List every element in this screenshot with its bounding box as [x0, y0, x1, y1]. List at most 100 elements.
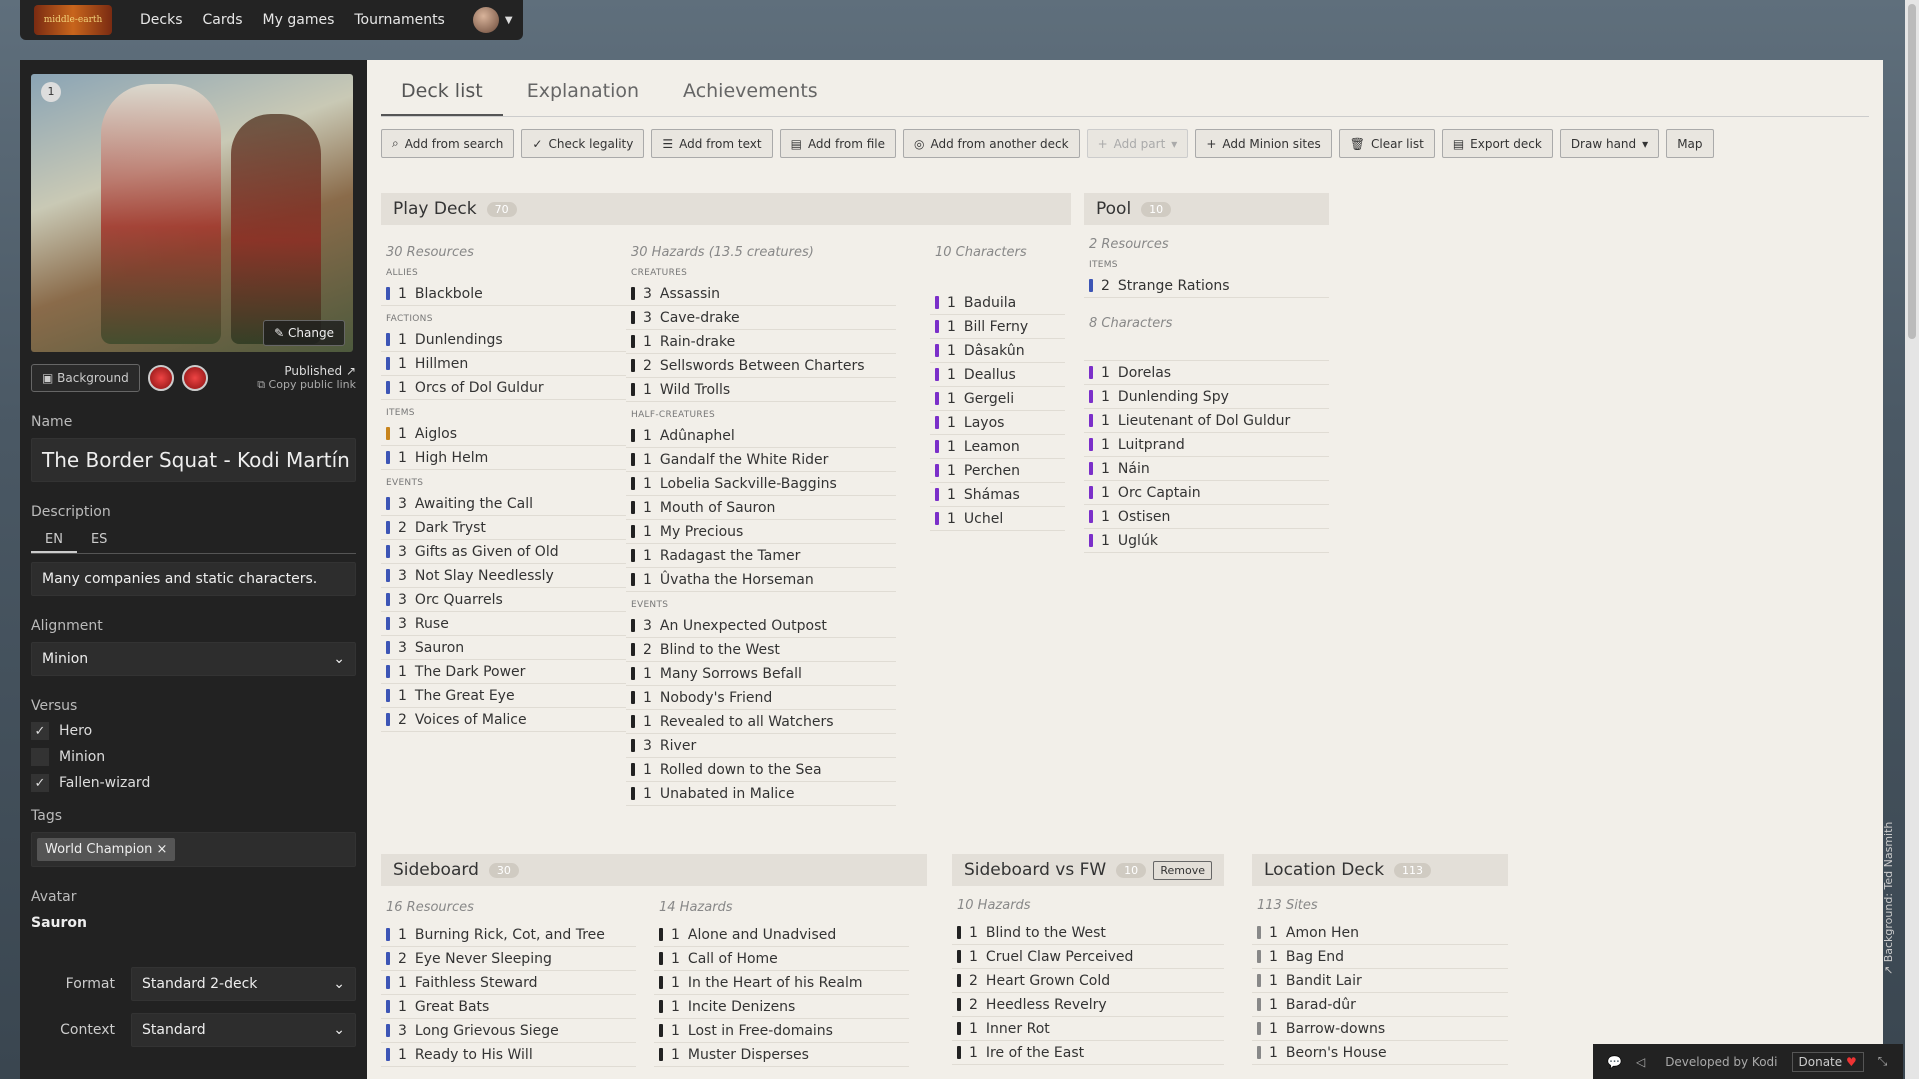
card-row[interactable]: 1 Gandalf the White Rider — [626, 448, 896, 472]
card-name[interactable]: Aiglos — [415, 426, 457, 442]
nav-my-games[interactable]: My games — [263, 12, 335, 28]
external-link-icon[interactable]: ↗ — [1882, 962, 1895, 975]
card-name[interactable]: Adûnaphel — [660, 428, 735, 444]
toolbar-button[interactable]: + Add part ▾ — [1086, 129, 1189, 158]
card-row[interactable]: 1 Ire of the East — [952, 1041, 1224, 1065]
card-name[interactable]: My Precious — [660, 524, 743, 540]
card-name[interactable]: Lobelia Sackville-Baggins — [660, 476, 837, 492]
card-name[interactable]: Voices of Malice — [415, 712, 527, 728]
card-name[interactable]: Uglúk — [1118, 533, 1158, 549]
card-row[interactable]: 1 Adûnaphel — [626, 424, 896, 448]
card-row[interactable]: 1 Uglúk — [1084, 529, 1329, 553]
card-name[interactable]: Deallus — [964, 367, 1016, 383]
card-row[interactable]: 1 Dorelas — [1084, 361, 1329, 385]
card-name[interactable]: Sellswords Between Charters — [660, 358, 865, 374]
card-name[interactable]: Lost in Free-domains — [688, 1023, 833, 1039]
card-name[interactable]: Orcs of Dol Guldur — [415, 380, 544, 396]
card-row[interactable]: 3 An Unexpected Outpost — [626, 614, 896, 638]
card-row[interactable]: 1 Layos — [930, 411, 1065, 435]
copy-public-link[interactable]: ⧉ Copy public link — [257, 378, 356, 392]
context-select[interactable]: Standard ⌄ — [131, 1013, 356, 1047]
card-row[interactable]: 1 Bandit Lair — [1252, 969, 1508, 993]
lang-tab-en[interactable]: EN — [31, 528, 77, 553]
card-row[interactable]: 1 Lobelia Sackville-Baggins — [626, 472, 896, 496]
card-name[interactable]: Rolled down to the Sea — [660, 762, 822, 778]
card-row[interactable]: 1 Aiglos — [381, 422, 626, 446]
card-name[interactable]: Baduila — [964, 295, 1016, 311]
card-row[interactable]: 1 Bill Ferny — [930, 315, 1065, 339]
card-name[interactable]: Awaiting the Call — [415, 496, 533, 512]
card-name[interactable]: Ruse — [415, 616, 449, 632]
card-row[interactable]: 1 Leamon — [930, 435, 1065, 459]
card-row[interactable]: 1 Wild Trolls — [626, 378, 896, 402]
card-name[interactable]: Bill Ferny — [964, 319, 1028, 335]
avatar-chip-icon[interactable] — [147, 365, 174, 391]
card-row[interactable]: 3 Assassin — [626, 282, 896, 306]
card-row[interactable]: 1 Lost in Free-domains — [654, 1019, 909, 1043]
card-row[interactable]: 1 Gergeli — [930, 387, 1065, 411]
card-row[interactable]: 3 River — [626, 734, 896, 758]
card-row[interactable]: 1 Many Sorrows Befall — [626, 662, 896, 686]
card-name[interactable]: Beorn's House — [1286, 1045, 1387, 1061]
card-name[interactable]: Assassin — [660, 286, 720, 302]
card-name[interactable]: In the Heart of his Realm — [688, 975, 863, 991]
card-name[interactable]: Faithless Steward — [415, 975, 538, 991]
card-name[interactable]: Heart Grown Cold — [986, 973, 1110, 989]
card-name[interactable]: Uchel — [964, 511, 1003, 527]
tab-achievements[interactable]: Achievements — [663, 68, 838, 116]
toolbar-button[interactable]: ▤ Add from file — [779, 129, 896, 158]
card-name[interactable]: Alone and Unadvised — [688, 927, 836, 943]
card-name[interactable]: Inner Rot — [986, 1021, 1050, 1037]
chevron-down-icon[interactable]: ▼ — [505, 15, 513, 26]
card-row[interactable]: 1 Amon Hen — [1252, 921, 1508, 945]
versus-fallen-wizard[interactable]: ✓ Fallen-wizard — [31, 774, 356, 792]
versus-minion[interactable]: Minion — [31, 748, 356, 766]
card-name[interactable]: Gergeli — [964, 391, 1014, 407]
card-name[interactable]: Revealed to all Watchers — [660, 714, 834, 730]
card-name[interactable]: Orc Captain — [1118, 485, 1201, 501]
alignment-select[interactable]: Minion ⌄ — [31, 642, 356, 676]
card-row[interactable]: 1 Great Bats — [381, 995, 636, 1019]
fullscreen-icon[interactable]: ⤡ — [1878, 1054, 1888, 1069]
donate-button[interactable]: Donate ♥ — [1791, 1051, 1864, 1072]
card-name[interactable]: Nobody's Friend — [660, 690, 772, 706]
card-name[interactable]: Cruel Claw Perceived — [986, 949, 1134, 965]
card-row[interactable]: 1 Faithless Steward — [381, 971, 636, 995]
card-row[interactable]: 1 Dâsakûn — [930, 339, 1065, 363]
card-row[interactable]: 1 Luitprand — [1084, 433, 1329, 457]
card-row[interactable]: 2 Dark Tryst — [381, 516, 626, 540]
card-row[interactable]: 3 Orc Quarrels — [381, 588, 626, 612]
card-row[interactable]: 1 Dunlending Spy — [1084, 385, 1329, 409]
card-row[interactable]: 1 Ostisen — [1084, 505, 1329, 529]
card-name[interactable]: Incite Denizens — [688, 999, 795, 1015]
card-row[interactable]: 1 Orc Captain — [1084, 481, 1329, 505]
card-row[interactable]: 3 Long Grievous Siege — [381, 1019, 636, 1043]
card-row[interactable]: 1 The Dark Power — [381, 660, 626, 684]
card-name[interactable]: Leamon — [964, 439, 1020, 455]
speaker-icon[interactable]: ◁ — [1636, 1055, 1645, 1069]
nav-cards[interactable]: Cards — [203, 12, 243, 28]
card-row[interactable]: 1 Rain-drake — [626, 330, 896, 354]
card-row[interactable]: 1 Blackbole — [381, 282, 626, 306]
card-name[interactable]: High Helm — [415, 450, 488, 466]
card-row[interactable]: 1 Dunlendings — [381, 328, 626, 352]
card-name[interactable]: Bandit Lair — [1286, 973, 1362, 989]
chevron-down-icon[interactable]: ▾ — [1642, 137, 1648, 151]
card-name[interactable]: River — [660, 738, 696, 754]
card-row[interactable]: 3 Awaiting the Call — [381, 492, 626, 516]
card-name[interactable]: Náin — [1118, 461, 1150, 477]
toolbar-button[interactable]: Map — [1666, 129, 1714, 158]
card-name[interactable]: Luitprand — [1118, 437, 1185, 453]
user-avatar[interactable] — [472, 7, 499, 33]
card-row[interactable]: 3 Not Slay Needlessly — [381, 564, 626, 588]
site-logo[interactable]: middle-earth — [34, 5, 112, 35]
nav-decks[interactable]: Decks — [140, 12, 183, 28]
card-row[interactable]: 1 Náin — [1084, 457, 1329, 481]
card-row[interactable]: 1 The Great Eye — [381, 684, 626, 708]
card-row[interactable]: 2 Strange Rations — [1084, 274, 1329, 298]
card-name[interactable]: Wild Trolls — [660, 382, 730, 398]
format-select[interactable]: Standard 2-deck ⌄ — [131, 967, 356, 1001]
card-name[interactable]: Call of Home — [688, 951, 778, 967]
external-link-icon[interactable]: ↗ — [342, 364, 356, 378]
card-row[interactable]: 1 Ûvatha the Horseman — [626, 568, 896, 592]
